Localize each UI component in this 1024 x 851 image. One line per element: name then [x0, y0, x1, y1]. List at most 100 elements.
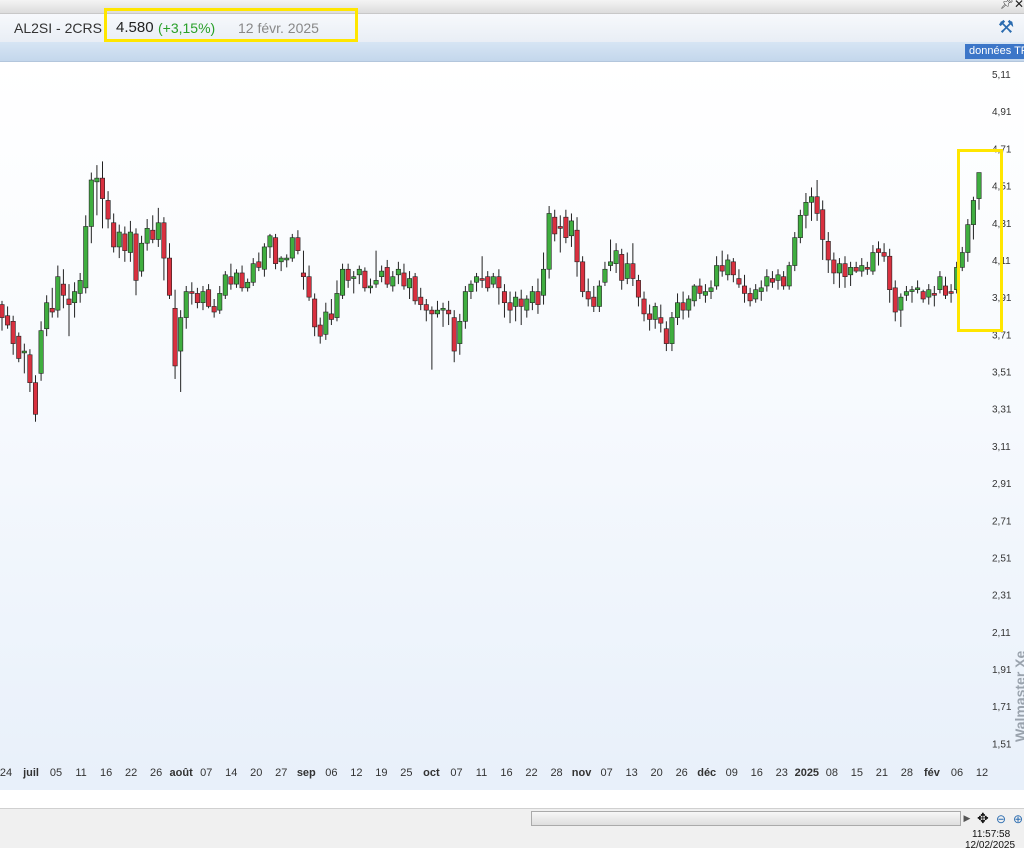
- pan-icon[interactable]: ✥: [977, 811, 989, 826]
- x-tick-label: 28: [550, 767, 562, 779]
- clock-date: 12/02/2025: [965, 840, 1016, 851]
- candle-body: [407, 278, 413, 289]
- x-tick-label: 05: [50, 767, 62, 779]
- candle-body: [931, 293, 937, 296]
- candle-body: [809, 196, 815, 203]
- candle-body: [580, 261, 586, 292]
- candle-body: [926, 289, 932, 298]
- tools-icon[interactable]: ⚒: [998, 17, 1014, 38]
- candle-body: [903, 291, 909, 296]
- x-tick-label: sep: [297, 767, 316, 779]
- candle-body: [55, 276, 61, 311]
- y-tick-label: 2,91: [992, 479, 1012, 490]
- x-tick-label: 19: [375, 767, 387, 779]
- candle-body: [853, 267, 859, 272]
- candle-body: [300, 272, 306, 277]
- candle-body: [155, 222, 161, 240]
- candle-body: [150, 229, 156, 240]
- candle-body: [680, 302, 686, 311]
- candle-body: [501, 291, 507, 304]
- candle-body: [948, 291, 954, 294]
- x-tick-label: 24: [0, 767, 12, 779]
- candle-body: [920, 291, 926, 300]
- candle-body: [669, 317, 675, 344]
- candle-body: [367, 285, 373, 289]
- candle-body: [233, 272, 239, 285]
- candle-body: [937, 276, 943, 290]
- scroll-right-arrow-icon[interactable]: ▶: [961, 811, 973, 826]
- candle-body: [60, 283, 66, 296]
- candle-body: [814, 196, 820, 214]
- chart-area[interactable]: 5,11 4,91 4,71 4,51 4,31 4,11 3,91 3,71 3,51 3,31…: [0, 62, 1024, 790]
- candle-body: [887, 255, 893, 290]
- candle-body: [574, 229, 580, 263]
- candle-body: [825, 241, 831, 261]
- candle-body: [647, 313, 653, 320]
- candle-body: [485, 276, 491, 289]
- candle-body: [552, 216, 558, 235]
- candle-body: [652, 306, 658, 320]
- x-tick-label: 22: [125, 767, 137, 779]
- candle-body: [211, 306, 217, 313]
- candle-body: [859, 265, 865, 272]
- candle-body: [864, 267, 870, 270]
- highlight-box-price: [104, 8, 358, 42]
- candle-body: [172, 307, 178, 367]
- watermark: Walmaster Xe: [1012, 650, 1024, 742]
- candle-body: [613, 250, 619, 264]
- candle-body: [468, 283, 474, 292]
- candle-body: [568, 220, 574, 237]
- candle-body: [786, 265, 792, 287]
- zoom-out-icon[interactable]: ⊖: [996, 812, 1006, 826]
- candle-body: [5, 315, 11, 326]
- candle-body: [881, 252, 887, 257]
- x-tick-label: 16: [100, 767, 112, 779]
- candle-body: [870, 252, 876, 272]
- candle-body: [99, 177, 105, 199]
- candle-body: [708, 287, 714, 292]
- candle-body: [401, 272, 407, 287]
- candle-body: [105, 200, 111, 220]
- x-tick-label: 20: [651, 767, 663, 779]
- candlestick-chart[interactable]: 5,114,914,714,514,314,113,913,713,513,31…: [0, 62, 1024, 790]
- candle-body: [94, 177, 100, 183]
- x-tick-label: 11: [476, 767, 487, 779]
- candle-body: [412, 276, 418, 302]
- candle-body: [72, 291, 78, 304]
- horizontal-scrollbar[interactable]: [531, 811, 961, 826]
- close-icon[interactable]: ✕: [1014, 0, 1024, 11]
- y-tick-label: 1,71: [992, 702, 1012, 713]
- candle-body: [161, 222, 167, 259]
- candle-body: [842, 263, 848, 277]
- candle-body: [764, 276, 770, 287]
- candle-body: [183, 291, 189, 318]
- candle-body: [658, 317, 664, 324]
- candle-body: [16, 335, 22, 359]
- zoom-in-icon[interactable]: ⊕: [1013, 812, 1023, 826]
- candle-body: [730, 261, 736, 276]
- candle-body: [719, 265, 725, 272]
- candle-body: [753, 289, 759, 300]
- candle-body: [769, 278, 775, 283]
- x-tick-label: 26: [150, 767, 162, 779]
- candle-body: [44, 302, 50, 330]
- candle-body: [295, 237, 301, 251]
- pin-icon[interactable]: 📌︎: [1000, 0, 1014, 11]
- y-tick-label: 4,91: [992, 107, 1012, 118]
- x-tick-label: 20: [250, 767, 262, 779]
- highlight-box-recent-candles: [957, 149, 1003, 332]
- candle-body: [496, 276, 502, 289]
- candle-body: [278, 257, 284, 263]
- x-tick-label: août: [170, 767, 194, 779]
- candle-body: [373, 280, 379, 285]
- candle-body: [585, 291, 591, 300]
- candle-body: [630, 263, 636, 279]
- candle-body: [831, 259, 837, 274]
- x-tick-label: 13: [626, 767, 638, 779]
- realtime-data-button[interactable]: données TR: [965, 44, 1024, 59]
- x-tick-label: 07: [600, 767, 612, 779]
- candle-body: [535, 291, 541, 305]
- candle-body: [127, 231, 133, 253]
- candle-body: [608, 261, 614, 266]
- candle-body: [898, 296, 904, 311]
